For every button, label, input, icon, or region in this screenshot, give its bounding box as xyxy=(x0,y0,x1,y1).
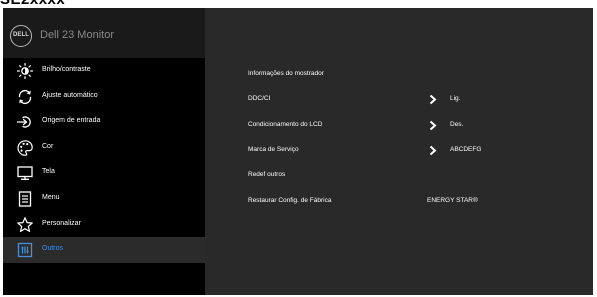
chevron-right-icon xyxy=(429,145,437,156)
monitor-name: Dell 23 Monitor xyxy=(40,29,114,41)
sidebar-item-label: Origem de entrada xyxy=(42,117,101,125)
setting-label: Marca de Serviço xyxy=(248,146,299,153)
sidebar-item-personalize[interactable]: Personalizar xyxy=(3,212,205,238)
sidebar-item-label: Outros xyxy=(42,245,64,253)
osd-menu-window: DELL Dell 23 Monitor Brilho/contraste Aj… xyxy=(3,8,593,295)
setting-lcd-conditioning[interactable]: Condicionamento do LCD Des. xyxy=(205,118,593,138)
color-icon xyxy=(17,139,33,156)
setting-value: Lig. xyxy=(450,95,461,102)
sidebar-item-color[interactable]: Cor xyxy=(3,135,205,161)
setting-label: Informações do mostrador xyxy=(248,70,324,77)
chevron-right-icon xyxy=(429,120,437,131)
sidebar-item-others[interactable]: Outros xyxy=(3,237,205,263)
sidebar-item-label: Ajuste automático xyxy=(42,91,98,99)
sidebar: DELL Dell 23 Monitor Brilho/contraste Aj… xyxy=(3,8,205,295)
setting-display-info[interactable]: Informações do mostrador xyxy=(205,67,593,87)
setting-label: Condicionamento do LCD xyxy=(248,121,323,128)
auto-adjust-icon xyxy=(18,89,32,104)
sidebar-item-label: Menu xyxy=(42,193,60,201)
others-icon xyxy=(17,243,33,258)
setting-value: ABCDEFG xyxy=(450,146,482,153)
display-icon xyxy=(17,166,33,181)
setting-ddc-ci[interactable]: DDC/CI Lig. xyxy=(205,92,593,112)
input-source-icon xyxy=(16,116,31,128)
sidebar-item-brightness-contrast[interactable]: Brilho/contraste xyxy=(3,58,205,84)
setting-factory-reset[interactable]: Restaurar Config. de Fábrica ENERGY STAR… xyxy=(205,194,593,214)
setting-label: Restaurar Config. de Fábrica xyxy=(248,197,332,204)
sidebar-item-label: Cor xyxy=(42,142,54,150)
star-icon xyxy=(17,216,33,232)
setting-label: Redef outros xyxy=(248,171,286,178)
setting-reset-others[interactable]: Redef outros xyxy=(205,168,593,188)
setting-value: Des. xyxy=(450,121,464,128)
osd-header: DELL Dell 23 Monitor xyxy=(3,8,205,58)
setting-label: DDC/CI xyxy=(248,95,271,102)
dell-logo: DELL xyxy=(10,25,32,47)
brightness-icon xyxy=(16,62,34,80)
sidebar-item-display[interactable]: Tela xyxy=(3,160,205,186)
sidebar-item-label: Brilho/contraste xyxy=(42,66,91,73)
sidebar-menu: Brilho/contraste Ajuste automático Orige… xyxy=(3,58,205,263)
sidebar-item-input-source[interactable]: Origem de entrada xyxy=(3,109,205,135)
model-code-title: SE2xxxx xyxy=(0,0,65,8)
menu-icon xyxy=(18,191,32,207)
sidebar-item-label: Tela xyxy=(42,168,55,176)
setting-service-tag[interactable]: Marca de Serviço ABCDEFG xyxy=(205,143,593,163)
sidebar-item-label: Personalizar xyxy=(42,219,81,227)
energy-star-label: ENERGY STAR® xyxy=(427,197,478,204)
sidebar-item-auto-adjust[interactable]: Ajuste automático xyxy=(3,84,205,110)
chevron-right-icon xyxy=(429,94,437,105)
sidebar-item-menu[interactable]: Menu xyxy=(3,186,205,212)
settings-panel: Informações do mostrador DDC/CI Lig. Con… xyxy=(205,8,593,295)
